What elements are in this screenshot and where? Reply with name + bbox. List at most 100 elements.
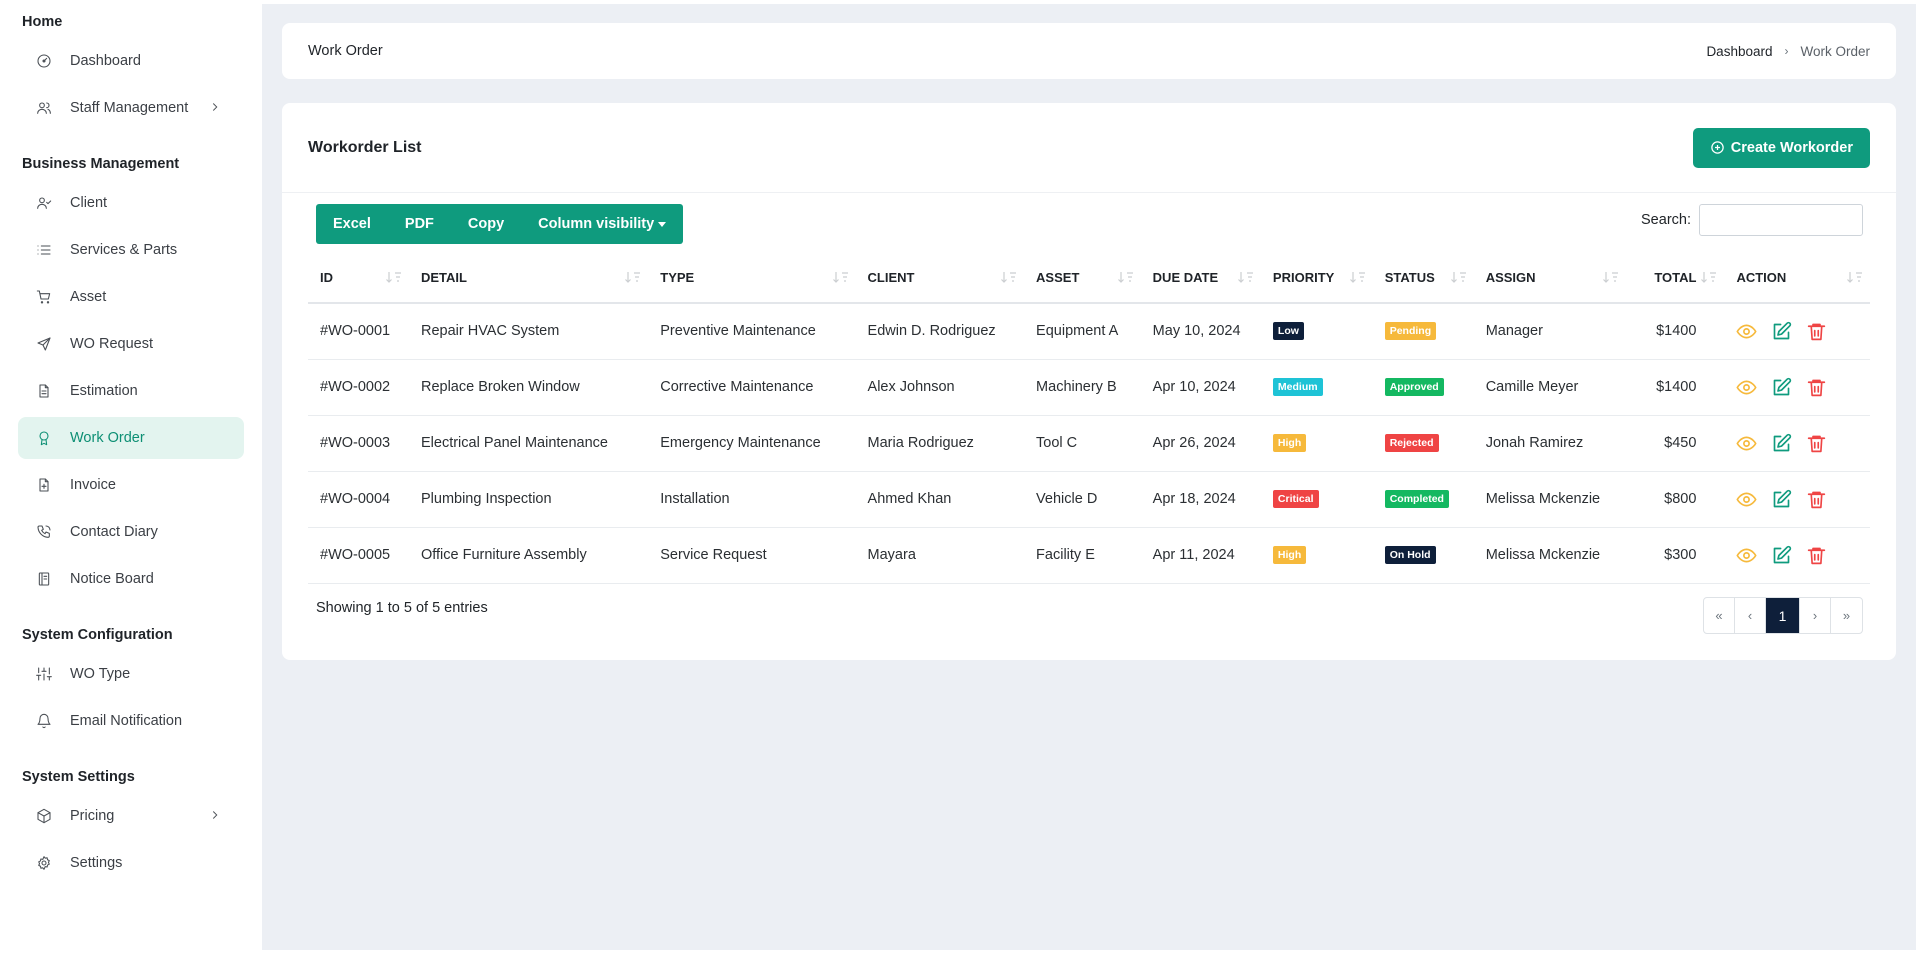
sidebar-item-contact-diary[interactable]: Contact Diary (18, 511, 244, 553)
edit-icon[interactable] (1771, 433, 1792, 454)
sort-icon[interactable] (624, 269, 642, 285)
sidebar-item-client[interactable]: Client (18, 182, 244, 224)
gear-icon (36, 855, 52, 871)
breadcrumb: Dashboard › Work Order (1706, 44, 1870, 59)
cell-type: Preventive Maintenance (648, 303, 856, 360)
card-header: Workorder List Create Workorder (282, 103, 1896, 193)
cell-total: $300 (1625, 527, 1725, 584)
cell-priority: High (1260, 415, 1373, 472)
pdf-button[interactable]: PDF (388, 204, 451, 244)
status-badge: Rejected (1384, 434, 1439, 452)
sidebar-item-dashboard[interactable]: Dashboard (18, 40, 244, 82)
last-page-button[interactable]: » (1831, 598, 1862, 633)
delete-trash-icon[interactable] (1806, 545, 1827, 566)
sidebar-item-invoice[interactable]: Invoice (18, 464, 244, 506)
sidebar: Home Dashboard Staff Management Business Ma… (0, 0, 262, 954)
delete-trash-icon[interactable] (1806, 489, 1827, 510)
cell-assign: Camille Meyer (1473, 359, 1626, 416)
column-header-total[interactable]: TOTAL (1625, 253, 1725, 304)
table-info: Showing 1 to 5 of 5 entries (316, 600, 488, 616)
edit-icon[interactable] (1771, 377, 1792, 398)
sort-icon[interactable] (1117, 269, 1135, 285)
cell-action (1724, 527, 1870, 584)
sort-icon[interactable] (385, 269, 403, 285)
column-visibility-button[interactable]: Column visibility (521, 204, 683, 244)
previous-page-button[interactable]: ‹ (1735, 598, 1766, 633)
delete-trash-icon[interactable] (1806, 321, 1827, 342)
cell-detail: Repair HVAC System (408, 303, 649, 360)
table-row: #WO-0004 Plumbing Inspection Installation A… (308, 471, 1870, 528)
first-page-button[interactable]: « (1704, 598, 1735, 633)
column-header-label: DETAIL (420, 270, 467, 285)
column-header-priority[interactable]: PRIORITY (1260, 253, 1373, 304)
edit-icon[interactable] (1771, 321, 1792, 342)
sort-icon[interactable] (1000, 269, 1018, 285)
excel-button[interactable]: Excel (316, 204, 388, 244)
sidebar-item-asset[interactable]: Asset (18, 276, 244, 318)
column-header-id[interactable]: ID (308, 253, 409, 304)
column-header-detail[interactable]: DETAIL (408, 253, 649, 304)
sidebar-item-pricing[interactable]: Pricing (18, 795, 244, 837)
column-header-due-date[interactable]: DUE DATE (1140, 253, 1261, 304)
view-eye-icon[interactable] (1736, 321, 1757, 342)
create-workorder-button[interactable]: Create Workorder (1692, 127, 1870, 168)
column-header-type[interactable]: TYPE (648, 253, 856, 304)
column-header-action[interactable]: ACTION (1724, 253, 1870, 304)
cell-type: Service Request (648, 527, 856, 584)
search-input[interactable] (1699, 204, 1863, 236)
cell-id: #WO-0002 (308, 359, 409, 416)
row-actions (1736, 545, 1870, 566)
column-header-label: DUE DATE (1152, 270, 1219, 285)
sort-icon[interactable] (1700, 269, 1718, 285)
sidebar-item-wo-request[interactable]: WO Request (18, 323, 244, 365)
view-eye-icon[interactable] (1736, 545, 1757, 566)
priority-badge: High (1272, 434, 1307, 452)
cell-asset: Tool C (1024, 415, 1141, 472)
sidebar-item-services-parts[interactable]: Services & Parts (18, 229, 244, 271)
edit-icon[interactable] (1771, 489, 1792, 510)
next-page-button[interactable]: › (1800, 598, 1831, 633)
sort-icon[interactable] (1237, 269, 1255, 285)
cell-status: Approved (1372, 359, 1474, 416)
sort-icon[interactable] (1602, 269, 1620, 285)
page-1-button[interactable]: 1 (1766, 598, 1800, 633)
sort-icon[interactable] (832, 269, 850, 285)
column-header-assign[interactable]: ASSIGN (1473, 253, 1626, 304)
cell-priority: High (1260, 527, 1373, 584)
sidebar-item-settings[interactable]: Settings (18, 842, 244, 884)
bell-icon (36, 713, 52, 729)
sort-icon[interactable] (1846, 269, 1864, 285)
cell-id: #WO-0005 (308, 527, 409, 584)
sidebar-item-wo-type[interactable]: WO Type (18, 653, 244, 695)
view-eye-icon[interactable] (1736, 377, 1757, 398)
column-header-client[interactable]: CLIENT (855, 253, 1025, 304)
row-actions (1736, 377, 1870, 398)
user-check-icon (36, 195, 52, 211)
cell-asset: Machinery B (1024, 359, 1141, 416)
column-header-status[interactable]: STATUS (1372, 253, 1474, 304)
view-eye-icon[interactable] (1736, 433, 1757, 454)
sidebar-item-email-notification[interactable]: Email Notification (18, 700, 244, 742)
cell-assign: Melissa Mckenzie (1473, 527, 1626, 584)
sidebar-item-work-order[interactable]: Work Order (18, 417, 244, 459)
column-header-label: ASSIGN (1485, 270, 1536, 285)
breadcrumb-dashboard[interactable]: Dashboard (1706, 44, 1772, 59)
sidebar-item-label: Contact Diary (70, 524, 158, 540)
sidebar-item-label: WO Type (70, 666, 131, 682)
cell-total: $800 (1625, 471, 1725, 528)
cell-asset: Vehicle D (1024, 471, 1141, 528)
delete-trash-icon[interactable] (1806, 433, 1827, 454)
column-header-asset[interactable]: ASSET (1024, 253, 1141, 304)
delete-trash-icon[interactable] (1806, 377, 1827, 398)
sort-icon[interactable] (1349, 269, 1367, 285)
cell-detail: Office Furniture Assembly (408, 527, 649, 584)
view-eye-icon[interactable] (1736, 489, 1757, 510)
copy-button[interactable]: Copy (451, 204, 521, 244)
sidebar-item-estimation[interactable]: Estimation (18, 370, 244, 412)
sort-icon[interactable] (1450, 269, 1468, 285)
sidebar-item-staff-management[interactable]: Staff Management (18, 87, 244, 129)
priority-badge: High (1272, 546, 1307, 564)
edit-icon[interactable] (1771, 545, 1792, 566)
sidebar-item-notice-board[interactable]: Notice Board (18, 558, 244, 600)
